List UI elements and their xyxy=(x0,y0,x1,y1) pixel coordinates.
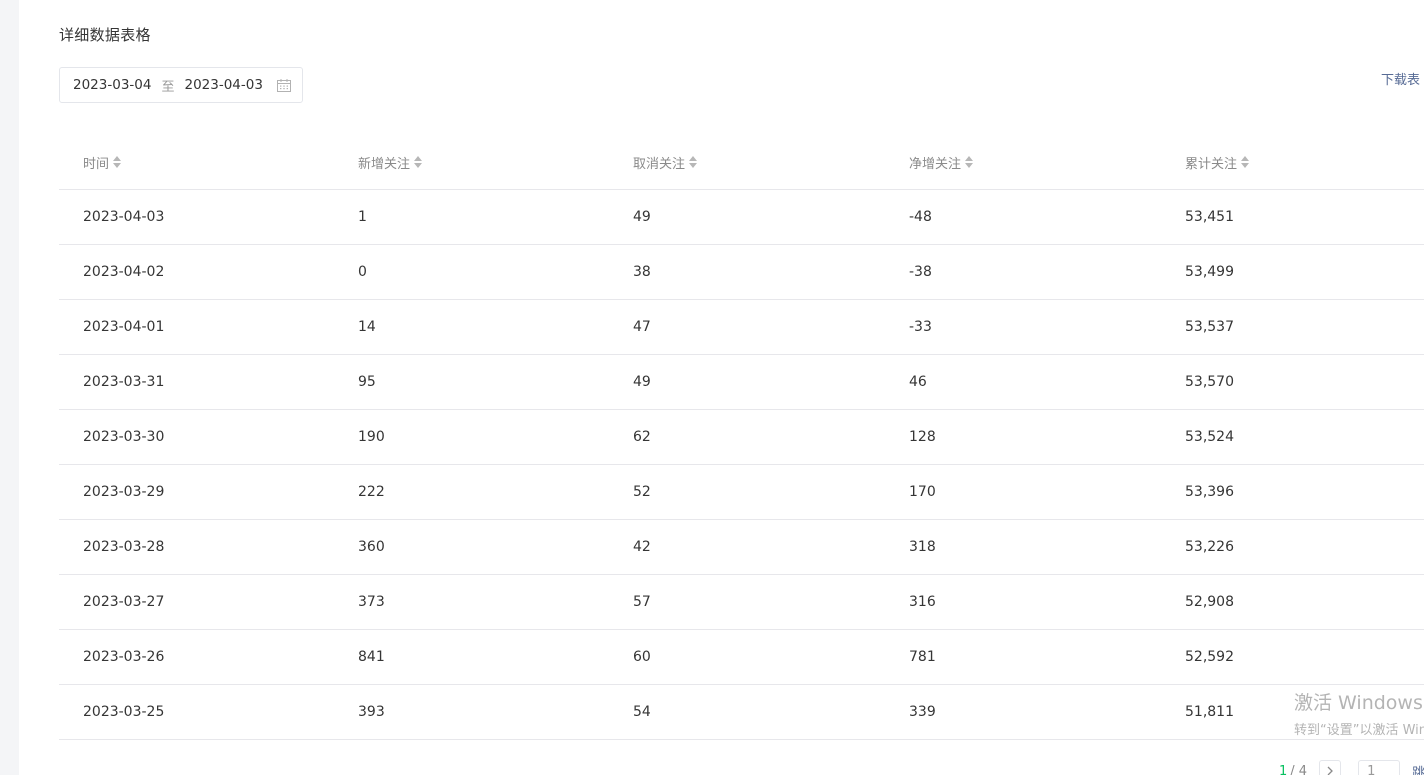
table-row: 2023-04-01 14 47 -33 53,537 xyxy=(59,300,1424,355)
table-cell: 2023-03-30 xyxy=(83,429,165,445)
table-cell: -38 xyxy=(909,264,932,280)
left-gutter xyxy=(0,0,19,775)
column-header[interactable]: 净增关注 xyxy=(909,153,974,172)
table-cell: 2023-04-02 xyxy=(83,264,165,280)
table-cell: 2023-04-01 xyxy=(83,319,165,335)
table-cell: 170 xyxy=(909,484,936,500)
column-header[interactable]: 时间 xyxy=(83,153,122,172)
table-cell: 42 xyxy=(633,539,651,555)
column-header-label: 时间 xyxy=(83,156,110,172)
table-cell: 53,570 xyxy=(1185,374,1234,390)
windows-activation-watermark: 激活 Windows 转到“设置”以激活 Win xyxy=(1294,688,1424,738)
table-cell: 52,908 xyxy=(1185,594,1234,610)
table-row: 2023-03-29 222 52 170 53,396 xyxy=(59,465,1424,520)
sort-icon[interactable] xyxy=(413,154,423,170)
pagination: 1 / 4 跳 xyxy=(1279,760,1424,775)
table-cell: 53,499 xyxy=(1185,264,1234,280)
watermark-line1: 激活 Windows xyxy=(1294,692,1423,714)
table-cell: 49 xyxy=(633,209,651,225)
table-cell: 128 xyxy=(909,429,936,445)
pagination-current: 1 xyxy=(1279,763,1288,775)
table-cell: 52 xyxy=(633,484,651,500)
table-cell: 1 xyxy=(358,209,367,225)
chevron-right-icon xyxy=(1327,766,1333,775)
table-row: 2023-03-31 95 49 46 53,570 xyxy=(59,355,1424,410)
sort-icon[interactable] xyxy=(112,154,122,170)
table-cell: 46 xyxy=(909,374,927,390)
table-body: 2023-04-03 1 49 -48 53,451 2023-04-02 0 38 -38 53… xyxy=(59,190,1424,740)
download-table-link[interactable]: 下载表 xyxy=(1381,69,1420,88)
table-row: 2023-04-02 0 38 -38 53,499 xyxy=(59,245,1424,300)
next-page-button[interactable] xyxy=(1319,760,1342,775)
table-cell: 339 xyxy=(909,704,936,720)
column-header-label: 取消关注 xyxy=(633,156,686,172)
table-cell: 781 xyxy=(909,649,936,665)
column-header[interactable]: 累计关注 xyxy=(1185,153,1250,172)
table-cell: 14 xyxy=(358,319,376,335)
table-cell: 2023-04-03 xyxy=(83,209,165,225)
page-jump-input[interactable] xyxy=(1358,760,1401,775)
table-cell: -48 xyxy=(909,209,932,225)
table-cell: 2023-03-31 xyxy=(83,374,165,390)
table-cell: 52,592 xyxy=(1185,649,1234,665)
table-row: 2023-03-30 190 62 128 53,524 xyxy=(59,410,1424,465)
table-row: 2023-04-03 1 49 -48 53,451 xyxy=(59,190,1424,245)
table-cell: 53,396 xyxy=(1185,484,1234,500)
table-cell: 95 xyxy=(358,374,376,390)
table-row: 2023-03-28 360 42 318 53,226 xyxy=(59,520,1424,575)
table-cell: 393 xyxy=(358,704,385,720)
sort-icon[interactable] xyxy=(1240,154,1250,170)
table-cell: 53,537 xyxy=(1185,319,1234,335)
calendar-icon[interactable] xyxy=(277,79,291,92)
data-panel: 详细数据表格 2023-03-04 至 2023-04-03 下载表 时间 新增关… xyxy=(19,0,1424,775)
date-range-separator: 至 xyxy=(161,79,175,95)
table-cell: 2023-03-27 xyxy=(83,594,165,610)
table-cell: 2023-03-26 xyxy=(83,649,165,665)
column-header-label: 新增关注 xyxy=(358,156,411,172)
pagination-total: / 4 xyxy=(1290,763,1308,775)
data-table: 时间 新增关注 取消关注 净增关注 累计关注 2023-04-03 1 49 -48 53,45… xyxy=(59,135,1424,740)
table-cell: 62 xyxy=(633,429,651,445)
table-cell: 53,524 xyxy=(1185,429,1234,445)
table-header: 时间 新增关注 取消关注 净增关注 累计关注 xyxy=(59,135,1424,190)
table-cell: 38 xyxy=(633,264,651,280)
sort-icon[interactable] xyxy=(964,154,974,170)
column-header[interactable]: 取消关注 xyxy=(633,153,698,172)
column-header-label: 累计关注 xyxy=(1185,156,1238,172)
date-range-end[interactable]: 2023-04-03 xyxy=(184,77,262,93)
date-range-picker[interactable]: 2023-03-04 至 2023-04-03 xyxy=(59,67,303,103)
table-row: 2023-03-27 373 57 316 52,908 xyxy=(59,575,1424,630)
table-cell: 318 xyxy=(909,539,936,555)
table-cell: 222 xyxy=(358,484,385,500)
table-cell: 57 xyxy=(633,594,651,610)
table-cell: 2023-03-25 xyxy=(83,704,165,720)
date-range-start[interactable]: 2023-03-04 xyxy=(73,77,151,93)
column-header-label: 净增关注 xyxy=(909,156,962,172)
table-cell: 316 xyxy=(909,594,936,610)
table-cell: 2023-03-29 xyxy=(83,484,165,500)
column-header[interactable]: 新增关注 xyxy=(358,153,423,172)
table-cell: 841 xyxy=(358,649,385,665)
page-jump-button[interactable]: 跳 xyxy=(1412,762,1424,775)
watermark-line2: 转到“设置”以激活 Win xyxy=(1294,723,1424,738)
table-cell: 190 xyxy=(358,429,385,445)
table-cell: 53,226 xyxy=(1185,539,1234,555)
table-cell: 0 xyxy=(358,264,367,280)
table-row: 2023-03-25 393 54 339 51,811 xyxy=(59,685,1424,740)
section-title: 详细数据表格 xyxy=(59,26,151,44)
table-cell: 51,811 xyxy=(1185,704,1234,720)
table-cell: 373 xyxy=(358,594,385,610)
table-cell: 2023-03-28 xyxy=(83,539,165,555)
table-row: 2023-03-26 841 60 781 52,592 xyxy=(59,630,1424,685)
sort-icon[interactable] xyxy=(688,154,698,170)
table-cell: 53,451 xyxy=(1185,209,1234,225)
table-cell: 49 xyxy=(633,374,651,390)
table-cell: 60 xyxy=(633,649,651,665)
table-cell: 47 xyxy=(633,319,651,335)
table-cell: 54 xyxy=(633,704,651,720)
table-cell: 360 xyxy=(358,539,385,555)
table-cell: -33 xyxy=(909,319,932,335)
